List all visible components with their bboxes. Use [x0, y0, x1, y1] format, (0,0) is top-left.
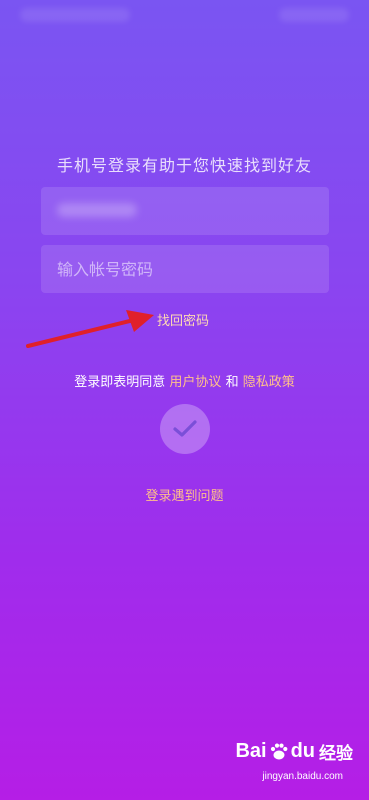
password-field[interactable]	[41, 245, 329, 293]
page-headline: 手机号登录有助于您快速找到好友	[56, 156, 312, 175]
agreement-conjunction: 和	[225, 375, 239, 390]
login-button[interactable]	[160, 404, 210, 454]
password-input[interactable]	[41, 245, 329, 293]
paw-icon	[269, 742, 289, 762]
watermark-brand-left: Bai	[235, 740, 267, 762]
watermark-brand-right: du	[290, 740, 315, 762]
check-icon	[173, 420, 197, 437]
privacy-policy-link[interactable]: 隐私政策	[243, 375, 295, 390]
forgot-password-link[interactable]: 找回密码	[157, 310, 209, 329]
agreement-text: 登录即表明同意 用户协议 和 隐私政策	[0, 371, 369, 390]
phone-value-blurred	[57, 203, 137, 217]
status-bar-right	[279, 8, 349, 22]
phone-field[interactable]	[41, 187, 329, 235]
user-agreement-link[interactable]: 用户协议	[169, 375, 221, 390]
watermark-url: jingyan.baidu.com	[262, 771, 343, 782]
agreement-prefix: 登录即表明同意	[74, 375, 166, 390]
arrow-icon	[26, 310, 154, 348]
watermark-brand-cn: 经验	[319, 744, 353, 763]
baidu-jingyan-watermark: Bai du 经验	[235, 739, 353, 764]
login-problem-link[interactable]: 登录遇到问题	[0, 485, 369, 504]
status-bar-left	[20, 8, 130, 22]
